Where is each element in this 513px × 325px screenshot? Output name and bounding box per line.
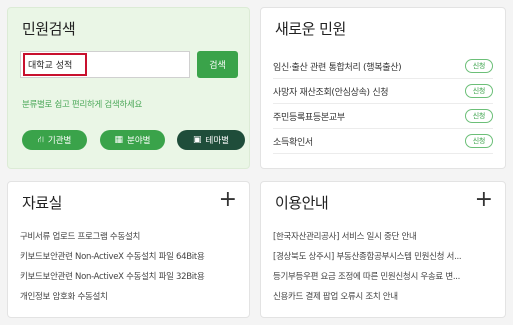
grid-icon: ▦ xyxy=(114,135,124,145)
category-label: 기관별 xyxy=(47,136,72,146)
service-name: 사망자 재산조회(안심상속) 신청 xyxy=(273,87,389,98)
list-item[interactable]: 키보드보안관련 Non-ActiveX 수동설치 파일 32Bit용 xyxy=(20,267,237,287)
search-panel-title: 민원검색 xyxy=(22,20,76,38)
new-services-panel: 새로운 민원 임신·출산 관련 통합처리 (행복출산) 신청 사망자 재산조회(… xyxy=(260,7,506,169)
search-button[interactable]: 검색 xyxy=(197,51,238,78)
service-name: 소득확인서 xyxy=(273,137,313,148)
complaint-search-panel: 민원검색 검색 분류별로 쉽고 편리하게 검색하세요 ⛙ 기관별 ▦ 분야별 ▣… xyxy=(7,7,250,169)
usage-guide-panel: 이용안내 + [한국자산관리공사] 서비스 일시 중단 안내 [경상북도 상주시… xyxy=(260,181,506,318)
new-services-title: 새로운 민원 xyxy=(275,20,346,38)
list-item[interactable]: [경상북도 상주시] 부동산종합공부시스템 민원신청 서... xyxy=(273,247,493,267)
org-chart-icon: ⛙ xyxy=(37,134,44,145)
category-by-theme-button[interactable]: ▣ 테마별 xyxy=(177,130,245,150)
apply-badge[interactable]: 신청 xyxy=(464,109,493,123)
list-item[interactable]: 신용카드 결제 팝업 오류시 조치 안내 xyxy=(273,287,493,307)
resources-list: 구비서류 업로드 프로그램 수동설치 키보드보안관련 Non-ActiveX 수… xyxy=(20,227,237,307)
list-item[interactable]: 등기부등우편 요금 조정에 따른 민원신청시 우송료 변... xyxy=(273,267,493,287)
search-input[interactable] xyxy=(23,53,87,76)
category-label: 분야별 xyxy=(127,136,151,146)
apply-badge[interactable]: 신청 xyxy=(464,84,493,98)
service-name: 임신·출산 관련 통합처리 (행복출산) xyxy=(273,62,402,73)
list-item[interactable]: 키보드보안관련 Non-ActiveX 수동설치 파일 64Bit용 xyxy=(20,247,237,267)
apply-badge[interactable]: 신청 xyxy=(464,59,493,73)
search-box xyxy=(20,51,190,78)
category-label: 테마별 xyxy=(205,136,229,146)
theme-icon: ▣ xyxy=(193,135,202,145)
resources-title: 자료실 xyxy=(22,194,62,212)
list-item[interactable]: 사망자 재산조회(안심상속) 신청 신청 xyxy=(273,79,493,104)
list-item[interactable]: 개인정보 암호화 수동설치 xyxy=(20,287,237,307)
category-by-agency-button[interactable]: ⛙ 기관별 xyxy=(22,130,87,150)
list-item[interactable]: [한국자산관리공사] 서비스 일시 중단 안내 xyxy=(273,227,493,247)
search-description: 분류별로 쉽고 편리하게 검색하세요 xyxy=(22,100,143,110)
apply-badge[interactable]: 신청 xyxy=(464,134,493,148)
resources-panel: 자료실 + 구비서류 업로드 프로그램 수동설치 키보드보안관련 Non-Act… xyxy=(7,181,250,318)
list-item[interactable]: 소득확인서 신청 xyxy=(273,129,493,154)
category-by-field-button[interactable]: ▦ 분야별 xyxy=(100,130,165,150)
list-item[interactable]: 주민등록표등본교부 신청 xyxy=(273,104,493,129)
new-services-list: 임신·출산 관련 통합처리 (행복출산) 신청 사망자 재산조회(안심상속) 신… xyxy=(273,54,493,154)
list-item[interactable]: 구비서류 업로드 프로그램 수동설치 xyxy=(20,227,237,247)
list-item[interactable]: 임신·출산 관련 통합처리 (행복출산) 신청 xyxy=(273,54,493,79)
plus-icon[interactable]: + xyxy=(219,188,237,212)
service-name: 주민등록표등본교부 xyxy=(273,112,345,123)
plus-icon[interactable]: + xyxy=(475,188,493,212)
usage-guide-list: [한국자산관리공사] 서비스 일시 중단 안내 [경상북도 상주시] 부동산종합… xyxy=(273,227,493,307)
usage-guide-title: 이용안내 xyxy=(275,194,329,212)
